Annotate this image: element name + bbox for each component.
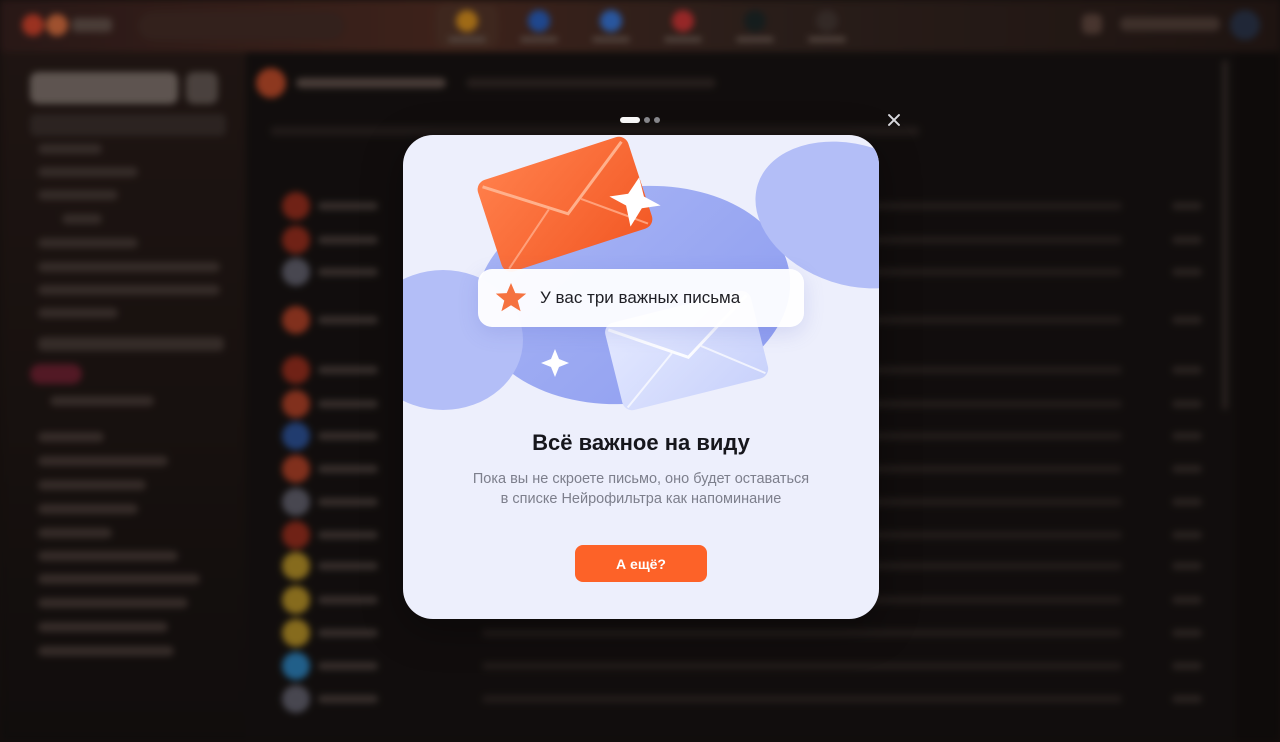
next-button[interactable]: А ещё? [575,545,707,582]
close-icon[interactable] [884,110,904,130]
important-mail-toast: У вас три важных письма [478,269,804,327]
description-line: в списке Нейрофильтра как напоминание [500,491,782,507]
pager-dot [654,117,660,123]
description-line: Пока вы не скроете письмо, оно будет ост… [472,471,810,487]
onboarding-modal: У вас три важных письма Всё важное на ви… [403,135,879,619]
star-icon [495,283,527,312]
pager-dot-active [620,117,640,123]
modal-description: Пока вы не скроете письмо, оно будет ост… [443,469,839,509]
onboarding-pager [620,117,660,123]
toast-text: У вас три важных письма [540,288,741,307]
pager-dot [644,117,650,123]
modal-title: Всё важное на виду [532,430,750,455]
